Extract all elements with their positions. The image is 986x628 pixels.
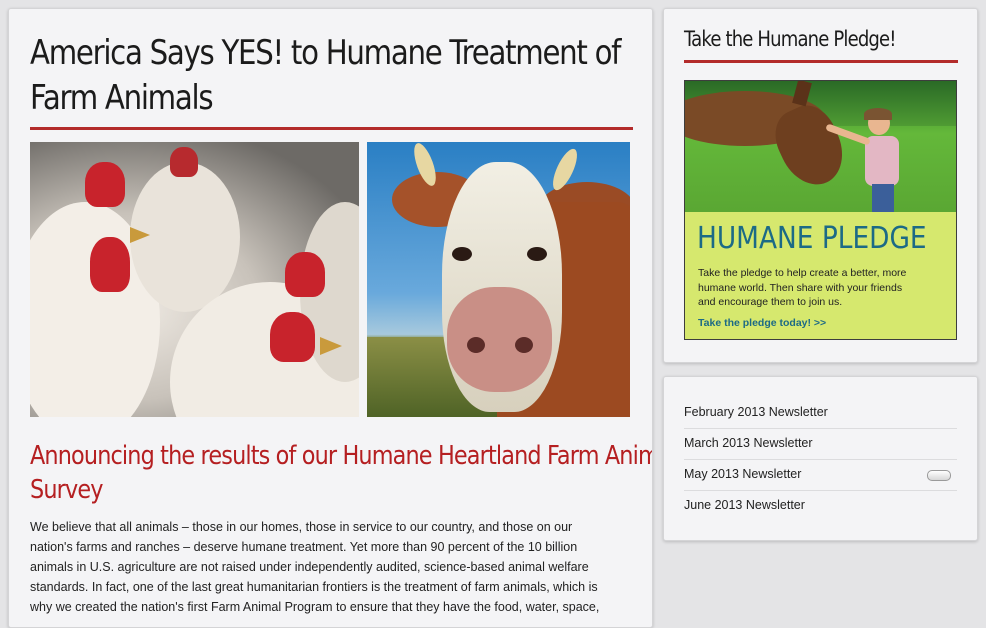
- article-title: America Says YES! to Humane Treatment of…: [30, 31, 621, 121]
- body-line: animals in U.S. agriculture are not rais…: [30, 560, 589, 574]
- pledge-divider: [684, 60, 958, 63]
- pledge-text-line: and encourage them to join us.: [698, 296, 843, 308]
- cow-photo: [367, 142, 630, 417]
- chickens-photo: [30, 142, 359, 417]
- article-body: We believe that all animals – those in o…: [30, 517, 632, 617]
- pledge-panel: Take the Humane Pledge! HUMANE PLEDGE Ta…: [663, 8, 978, 363]
- body-line: standards. In fact, one of the last grea…: [30, 580, 598, 594]
- article-title-line-2: Farm Animals: [30, 78, 214, 118]
- pledge-text-line: Take the pledge to help create a better,…: [698, 267, 907, 279]
- horse-and-child-photo: [685, 81, 956, 212]
- body-line: We believe that all animals – those in o…: [30, 520, 573, 534]
- newsletter-label: March 2013 Newsletter: [684, 436, 813, 450]
- newsletter-label: June 2013 Newsletter: [684, 498, 805, 512]
- newsletter-label: February 2013 Newsletter: [684, 405, 828, 419]
- newsletter-label: May 2013 Newsletter: [684, 467, 802, 481]
- main-article-panel: America Says YES! to Humane Treatment of…: [8, 8, 653, 628]
- survey-subheading: Announcing the results of our Humane Hea…: [30, 439, 652, 507]
- newsletter-link-february[interactable]: February 2013 Newsletter: [684, 398, 957, 429]
- pill-button[interactable]: [927, 470, 951, 481]
- pledge-banner-text: Take the pledge to help create a better,…: [698, 266, 948, 310]
- humane-pledge-banner[interactable]: HUMANE PLEDGE Take the pledge to help cr…: [684, 80, 957, 340]
- title-divider: [30, 127, 633, 130]
- survey-subheading-line-1: Announcing the results of our Humane Hea…: [30, 441, 653, 471]
- newsletter-panel: February 2013 Newsletter March 2013 News…: [663, 376, 978, 541]
- pledge-heading: Take the Humane Pledge!: [684, 27, 897, 51]
- newsletter-list: February 2013 Newsletter March 2013 News…: [684, 398, 957, 521]
- survey-subheading-line-2: Survey: [30, 475, 103, 505]
- newsletter-link-march[interactable]: March 2013 Newsletter: [684, 429, 957, 460]
- article-title-line-1: America Says YES! to Humane Treatment of: [30, 33, 621, 73]
- take-pledge-link[interactable]: Take the pledge today! >>: [698, 317, 826, 329]
- newsletter-link-may[interactable]: May 2013 Newsletter: [684, 460, 957, 491]
- pledge-banner-panel: HUMANE PLEDGE Take the pledge to help cr…: [685, 212, 956, 339]
- pledge-text-line: humane world. Then share with your frien…: [698, 281, 903, 294]
- newsletter-link-june[interactable]: June 2013 Newsletter: [684, 491, 957, 521]
- pledge-banner-title: HUMANE PLEDGE: [697, 221, 927, 256]
- body-line: nation's farms and ranches – deserve hum…: [30, 540, 578, 554]
